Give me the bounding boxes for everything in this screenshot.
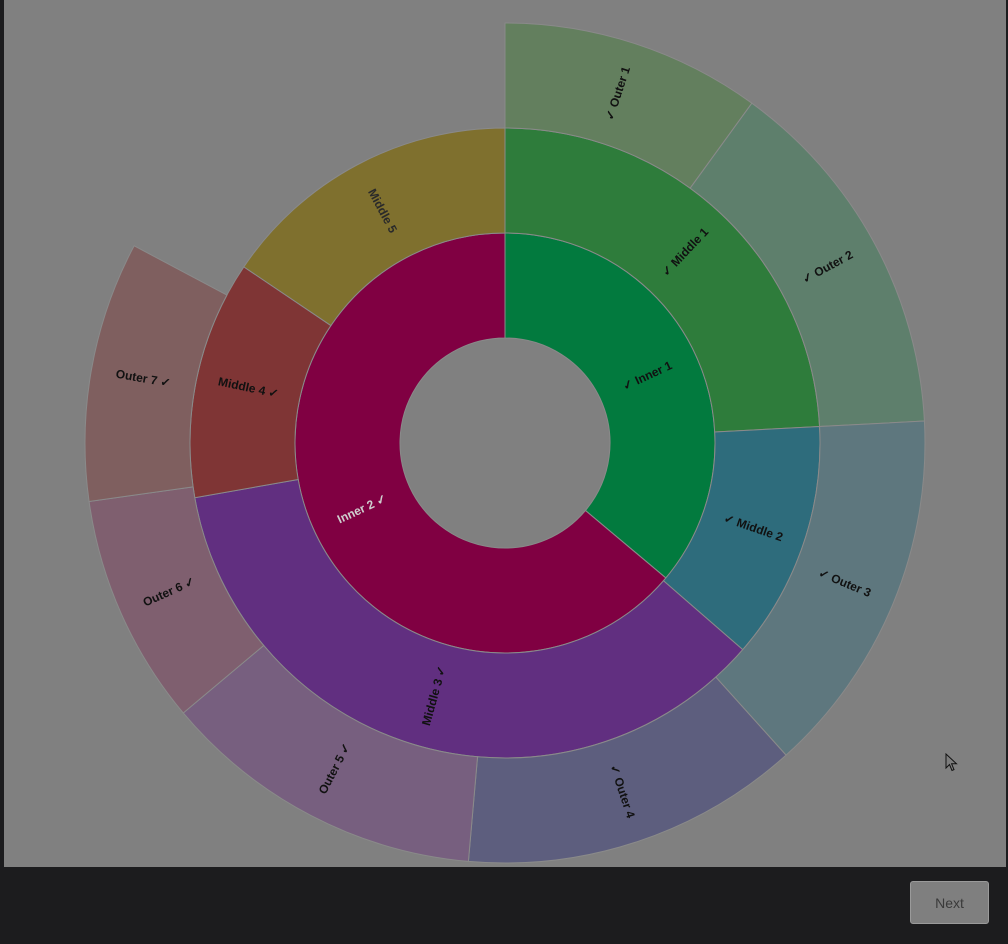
sunburst-chart: ✓ Inner 1 Inner 2 ✓ ✓ Middle 1 ✓ Middle 2 Mi… [4,0,1006,867]
mouse-pointer-icon [945,753,958,772]
sunburst-svg: ✓ Inner 1Inner 2 ✓✓ Middle 1✓ Middle 2Mi… [84,22,926,864]
footer-bar [0,867,1008,944]
next-button[interactable]: Next [910,881,989,924]
